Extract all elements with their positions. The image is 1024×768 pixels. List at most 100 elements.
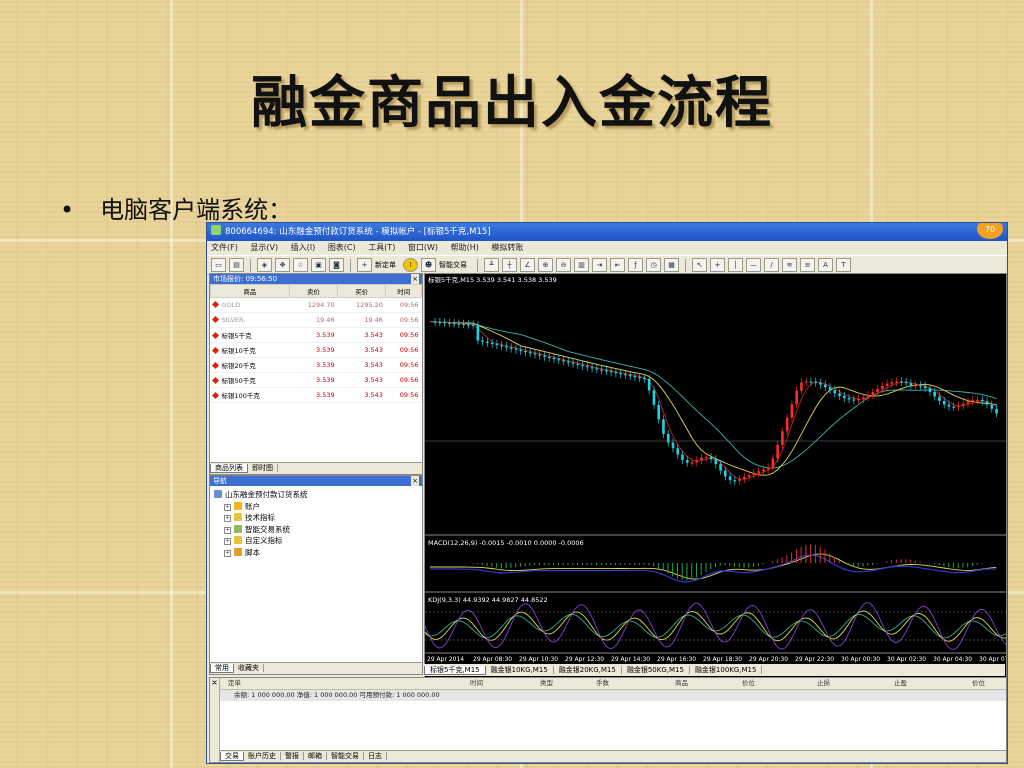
tree-root[interactable]: 山东融金预付款订货系统	[214, 489, 418, 501]
menu-file[interactable]: 文件(F)	[211, 243, 238, 252]
time-tick-label: 29 Apr 20:30	[749, 656, 788, 663]
bullet-marker: •	[60, 196, 75, 224]
column-header[interactable]: 时间	[385, 284, 422, 298]
expand-icon[interactable]: +	[224, 515, 231, 522]
column-header[interactable]: 价位	[972, 678, 985, 689]
zoom-in-icon[interactable]: ⊕	[538, 258, 553, 272]
column-header[interactable]: 类型	[540, 678, 553, 689]
menu-help[interactable]: 帮助(H)	[451, 243, 479, 252]
tab-symbols[interactable]: 商品列表	[210, 464, 248, 473]
tile-icon[interactable]: ▥	[574, 258, 589, 272]
symbol-name: 标银10千克	[221, 347, 256, 355]
expand-icon[interactable]: +	[224, 503, 231, 511]
candle-chart-icon[interactable]: ┼	[502, 258, 517, 272]
tree-item-scripts[interactable]: + 脚本	[214, 547, 418, 559]
column-header[interactable]: 定单	[228, 678, 241, 689]
close-icon[interactable]: ×	[411, 274, 419, 284]
chart-tab[interactable]: 融金银50KG,M15	[621, 666, 690, 674]
bar-chart-icon[interactable]: ╨	[484, 258, 499, 272]
quote-row[interactable]: 标银50千克 3.539 3.543 09:56	[210, 372, 422, 388]
indicators-icon[interactable]: ƒ	[628, 258, 643, 272]
expand-icon[interactable]: +	[224, 526, 231, 534]
new-chart-icon[interactable]: ▭	[211, 258, 226, 272]
quote-row[interactable]: 标银100千克 3.539 3.543 09:56	[210, 387, 422, 403]
crosshair-icon[interactable]: +	[710, 258, 725, 272]
text-label-icon[interactable]: T	[836, 258, 851, 272]
price-chart[interactable]: 标银5千克,M15 3.539 3.541 3.538 3.539 MACD(1…	[425, 274, 1006, 665]
quote-row[interactable]: GOLD 1294.70 1295.20 09:56	[210, 297, 422, 313]
quote-row[interactable]: 标银20千克 3.539 3.543 09:56	[210, 357, 422, 373]
profiles-icon[interactable]: ▤	[229, 258, 244, 272]
channel-icon[interactable]: ≋	[782, 258, 797, 272]
balance-row[interactable]: 余额: 1 000 000.00 净值: 1 000 000.00 可用预付款:…	[220, 690, 1006, 701]
tab-tick-chart[interactable]: 即时图	[248, 464, 278, 472]
quote-row[interactable]: SILVER. 19.46 19.46 09:56	[210, 312, 422, 328]
expert-icon[interactable]: ☻	[421, 258, 436, 272]
quote-row[interactable]: 标银5千克 3.539 3.543 09:56	[210, 327, 422, 343]
chart-tab[interactable]: 融金银100KG,M15	[689, 666, 763, 674]
cursor-icon[interactable]: ↖	[692, 258, 707, 272]
tab-mailbox[interactable]: 邮箱	[304, 752, 327, 760]
tab-experts[interactable]: 智能交易	[327, 752, 364, 760]
column-header[interactable]: 止盈	[894, 678, 907, 689]
tab-alerts[interactable]: 警报	[281, 752, 304, 760]
terminal-icon[interactable]: ▣	[311, 258, 326, 272]
trendline-icon[interactable]: /	[764, 258, 779, 272]
expand-icon[interactable]: +	[224, 549, 231, 557]
menu-chart[interactable]: 图表(C)	[328, 243, 356, 252]
quote-row[interactable]: 标银10千克 3.539 3.543 09:56	[210, 342, 422, 358]
fibonacci-icon[interactable]: ≡	[800, 258, 815, 272]
periods-icon[interactable]: ◷	[646, 258, 661, 272]
tree-item-accounts[interactable]: + 账户	[214, 501, 418, 513]
window-titlebar[interactable]: 800664694: 山东融金预付款订货系统 - 模拟帐户 - [标银5千克,M…	[207, 223, 1007, 241]
menu-insert[interactable]: 插入(I)	[291, 243, 316, 252]
notification-badge[interactable]: 70	[977, 223, 1003, 239]
column-header[interactable]: 价位	[742, 678, 755, 689]
tree-item-custom-indicators[interactable]: + 自定义指标	[214, 535, 418, 547]
menu-tools[interactable]: 工具(T)	[368, 243, 395, 252]
chart-tab[interactable]: 融金银10KG,M15	[485, 666, 554, 674]
tab-favorites[interactable]: 收藏夹	[234, 664, 264, 672]
menu-view[interactable]: 显示(V)	[250, 243, 278, 252]
close-icon[interactable]: ×	[411, 476, 419, 486]
zoom-out-icon[interactable]: ⊖	[556, 258, 571, 272]
vertical-line-icon[interactable]: │	[728, 258, 743, 272]
new-order-label[interactable]: 新定单	[375, 260, 396, 270]
column-header[interactable]: 止损	[817, 678, 830, 689]
chart-tab[interactable]: 融金银20KG,M15	[553, 666, 622, 674]
time-tick-label: 29 Apr 18:30	[703, 656, 742, 663]
expand-icon[interactable]: +	[224, 538, 231, 545]
terminal-close-icon[interactable]: ×	[210, 678, 220, 762]
expert-label[interactable]: 智能交易	[439, 260, 467, 270]
warning-icon[interactable]: !	[403, 258, 418, 272]
menu-window[interactable]: 窗口(W)	[408, 243, 438, 252]
chart-shift-icon[interactable]: ⇤	[610, 258, 625, 272]
data-window-icon[interactable]: ✥	[275, 258, 290, 272]
tab-journal[interactable]: 日志	[364, 752, 387, 760]
market-watch-icon[interactable]: ◈	[257, 258, 272, 272]
column-header[interactable]: 卖价	[288, 284, 339, 298]
navigator-icon[interactable]: ☆	[293, 258, 308, 272]
chart-tab[interactable]: 标银5千克,M15	[424, 666, 486, 675]
tab-common[interactable]: 常用	[210, 664, 234, 673]
tree-item-indicators[interactable]: + 技术指标	[214, 512, 418, 524]
column-header[interactable]: 商品	[210, 284, 290, 298]
tab-trade[interactable]: 交易	[220, 752, 244, 761]
menu-transfer[interactable]: 模拟转账	[491, 243, 523, 252]
horizontal-line-icon[interactable]: —	[746, 258, 761, 272]
tester-icon[interactable]: ◙	[329, 258, 344, 272]
column-header[interactable]: 商品	[675, 678, 688, 689]
column-header[interactable]: 手数	[596, 678, 609, 689]
text-icon[interactable]: A	[818, 258, 833, 272]
column-header[interactable]: 时间	[470, 678, 483, 689]
autoscroll-icon[interactable]: ⇥	[592, 258, 607, 272]
new-order-icon[interactable]: +	[357, 258, 372, 272]
tab-history[interactable]: 账户历史	[244, 752, 281, 760]
quote-time: 09:56	[385, 297, 422, 313]
tree-item-experts[interactable]: + 智能交易系统	[214, 524, 418, 536]
templates-icon[interactable]: ▦	[664, 258, 679, 272]
chart-area[interactable]: 标银5千克,M15 3.539 3.541 3.538 3.539 MACD(1…	[424, 273, 1007, 678]
line-chart-icon[interactable]: ∠	[520, 258, 535, 272]
column-header[interactable]: 买价	[337, 284, 387, 298]
symbol-name: 标银50千克	[221, 377, 256, 385]
